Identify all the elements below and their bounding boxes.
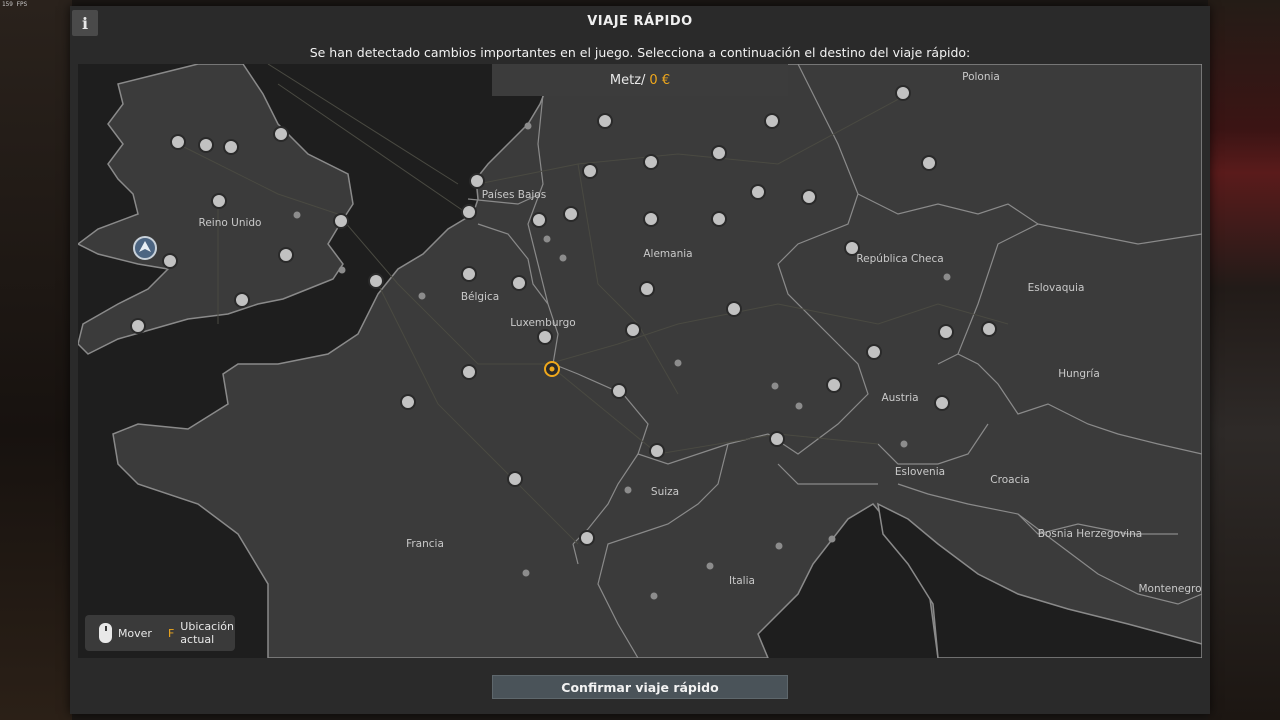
map-canvas[interactable]: Polonia Países Bajos Reino Unido Alemani… (78, 64, 1202, 658)
label-luxemburgo: Luxemburgo (510, 317, 575, 329)
city-marker[interactable] (333, 213, 349, 229)
background-right (1208, 0, 1280, 720)
label-republica-checa: República Checa (856, 253, 943, 265)
city-marker[interactable] (934, 395, 950, 411)
city-marker[interactable] (368, 273, 384, 289)
city-marker[interactable] (507, 471, 523, 487)
city-marker[interactable] (649, 443, 665, 459)
city-marker[interactable] (639, 281, 655, 297)
label-belgica: Bélgica (461, 291, 499, 303)
city-marker[interactable] (625, 322, 641, 338)
city-marker[interactable] (537, 329, 553, 345)
city-marker[interactable] (981, 321, 997, 337)
label-austria: Austria (881, 392, 918, 404)
city-marker[interactable] (273, 126, 289, 142)
fps-counter: 159 FPS (2, 1, 28, 8)
city-marker[interactable] (597, 113, 613, 129)
city-marker[interactable] (764, 113, 780, 129)
label-polonia: Polonia (962, 71, 1000, 83)
city-marker[interactable] (711, 145, 727, 161)
city-marker[interactable] (461, 266, 477, 282)
city-marker[interactable] (611, 383, 627, 399)
legend-key-f: F (167, 626, 175, 640)
city-marker[interactable] (844, 240, 860, 256)
legend-location-label: Ubicación actual (180, 620, 234, 646)
city-marker[interactable] (400, 394, 416, 410)
label-paises-bajos: Países Bajos (482, 189, 546, 201)
city-marker[interactable] (579, 530, 595, 546)
city-marker[interactable] (198, 137, 214, 153)
city-marker[interactable] (461, 204, 477, 220)
label-eslovaquia: Eslovaquia (1028, 282, 1085, 294)
city-marker[interactable] (938, 324, 954, 340)
label-montenegro: Montenegro (1138, 583, 1201, 595)
city-marker[interactable] (866, 344, 882, 360)
city-marker[interactable] (711, 211, 727, 227)
city-marker[interactable] (563, 206, 579, 222)
city-marker[interactable] (211, 193, 227, 209)
label-francia: Francia (406, 538, 444, 550)
city-marker[interactable] (469, 173, 485, 189)
legend-move-label: Mover (117, 626, 152, 640)
city-marker[interactable] (643, 154, 659, 170)
destination-separator: / (641, 72, 646, 88)
city-marker[interactable] (162, 253, 178, 269)
destination-city: Metz (609, 72, 642, 88)
map-controls-legend: Mover F Ubicación actual (85, 615, 235, 651)
city-marker[interactable] (531, 212, 547, 228)
city-marker[interactable] (511, 275, 527, 291)
selected-city-icon[interactable] (544, 361, 560, 377)
city-marker[interactable] (801, 189, 817, 205)
label-italia: Italia (729, 575, 755, 587)
label-eslovenia: Eslovenia (895, 466, 945, 478)
city-marker[interactable] (826, 377, 842, 393)
current-location-icon (133, 236, 157, 260)
label-hungria: Hungría (1058, 368, 1100, 380)
city-marker[interactable] (895, 85, 911, 101)
mouse-icon (99, 623, 112, 643)
confirm-fast-travel-button[interactable]: Confirmar viaje rápido (492, 675, 788, 699)
map-view[interactable]: Polonia Países Bajos Reino Unido Alemani… (78, 64, 1202, 658)
city-marker[interactable] (223, 139, 239, 155)
city-marker[interactable] (461, 364, 477, 380)
dialog-subtitle: Se han detectado cambios importantes en … (309, 45, 971, 60)
city-marker[interactable] (726, 301, 742, 317)
city-marker[interactable] (750, 184, 766, 200)
label-reino-unido: Reino Unido (199, 217, 262, 229)
label-bosnia-herzegovina: Bosnia Herzegovina (1038, 528, 1142, 540)
city-marker[interactable] (278, 247, 294, 263)
city-marker[interactable] (130, 318, 146, 334)
city-marker[interactable] (769, 431, 785, 447)
background-left (0, 0, 72, 720)
label-alemania: Alemania (643, 248, 692, 260)
destination-price: 0 € (649, 72, 671, 88)
city-marker[interactable] (582, 163, 598, 179)
city-marker[interactable] (643, 211, 659, 227)
city-marker[interactable] (234, 292, 250, 308)
label-croacia: Croacia (990, 474, 1029, 486)
selected-destination-bar: Metz /0 € (492, 64, 788, 96)
label-suiza: Suiza (651, 486, 679, 498)
city-marker[interactable] (170, 134, 186, 150)
city-marker[interactable] (921, 155, 937, 171)
dialog-title: VIAJE RÁPIDO (587, 14, 693, 29)
